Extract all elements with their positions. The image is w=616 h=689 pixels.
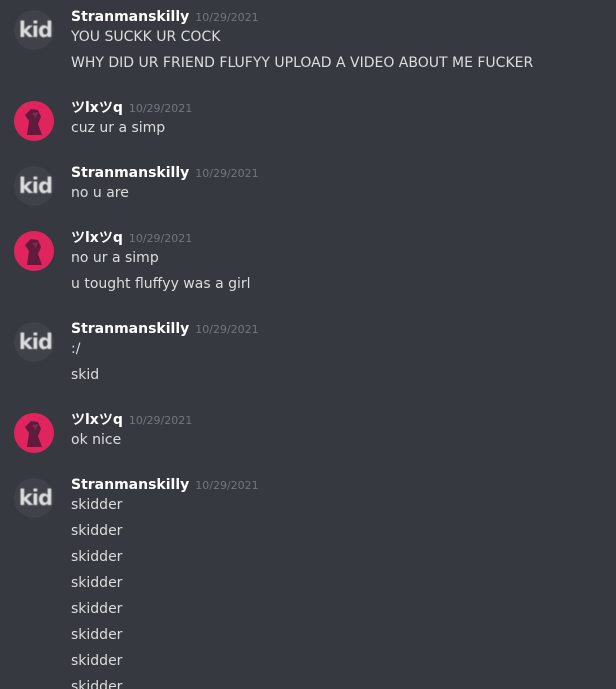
message-header: ツlxツq 10/29/2021 [71,97,192,117]
avatar-text: kid [18,486,53,510]
user-avatar[interactable] [14,101,54,141]
message-text: no ur a simp [71,250,159,266]
character-icon [25,421,42,447]
message-text: ok nice [71,432,122,448]
message-text: no u are [71,185,129,201]
user-avatar[interactable] [14,231,54,271]
user-avatar[interactable]: kid [14,322,54,362]
username[interactable]: Stranmanskilly [71,477,189,493]
message-text: skidder [71,497,123,513]
message-text: YOU SUCKK UR COCK [71,29,221,45]
timestamp[interactable]: 10/29/2021 [129,102,192,115]
timestamp[interactable]: 10/29/2021 [129,232,192,245]
timestamp[interactable]: 10/29/2021 [129,414,192,427]
chat-message-list: kid Stranmanskilly 10/29/2021 YOU SUCKK U… [0,0,616,689]
user-avatar[interactable]: kid [14,10,54,50]
username[interactable]: ツlxツq [71,100,123,116]
message-header: Stranmanskilly 10/29/2021 [71,162,259,182]
avatar-text: kid [18,18,53,42]
timestamp[interactable]: 10/29/2021 [195,11,258,24]
message-text: u tought fluffyy was a girl [71,276,251,292]
avatar-text: kid [18,174,53,198]
username[interactable]: Stranmanskilly [71,9,189,25]
username[interactable]: Stranmanskilly [71,321,189,337]
avatar-text: kid [18,330,53,354]
message-header: ツlxツq 10/29/2021 [71,227,192,247]
message-text: skidder [71,549,123,565]
message-header: ツlxツq 10/29/2021 [71,409,192,429]
message-header: Stranmanskilly 10/29/2021 [71,318,259,338]
message-text: skidder [71,679,123,689]
message-text: WHY DID UR FRIEND FLUFYY UPLOAD A VIDEO … [71,55,534,71]
message-text: skidder [71,653,123,669]
message-header: Stranmanskilly 10/29/2021 [71,474,259,494]
user-avatar[interactable]: kid [14,166,54,206]
message-text: cuz ur a simp [71,120,166,136]
message-text: skidder [71,575,123,591]
character-icon [25,109,42,135]
username[interactable]: Stranmanskilly [71,165,189,181]
username[interactable]: ツlxツq [71,412,123,428]
username[interactable]: ツlxツq [71,230,123,246]
timestamp[interactable]: 10/29/2021 [195,323,258,336]
timestamp[interactable]: 10/29/2021 [195,479,258,492]
message-header: Stranmanskilly 10/29/2021 [71,6,259,26]
message-text: skid [71,367,100,383]
message-text: :/ [71,341,81,357]
user-avatar[interactable] [14,413,54,453]
message-text: skidder [71,523,123,539]
message-text: skidder [71,601,123,617]
user-avatar[interactable]: kid [14,478,54,518]
timestamp[interactable]: 10/29/2021 [195,167,258,180]
message-text: skidder [71,627,123,643]
character-icon [25,239,42,265]
